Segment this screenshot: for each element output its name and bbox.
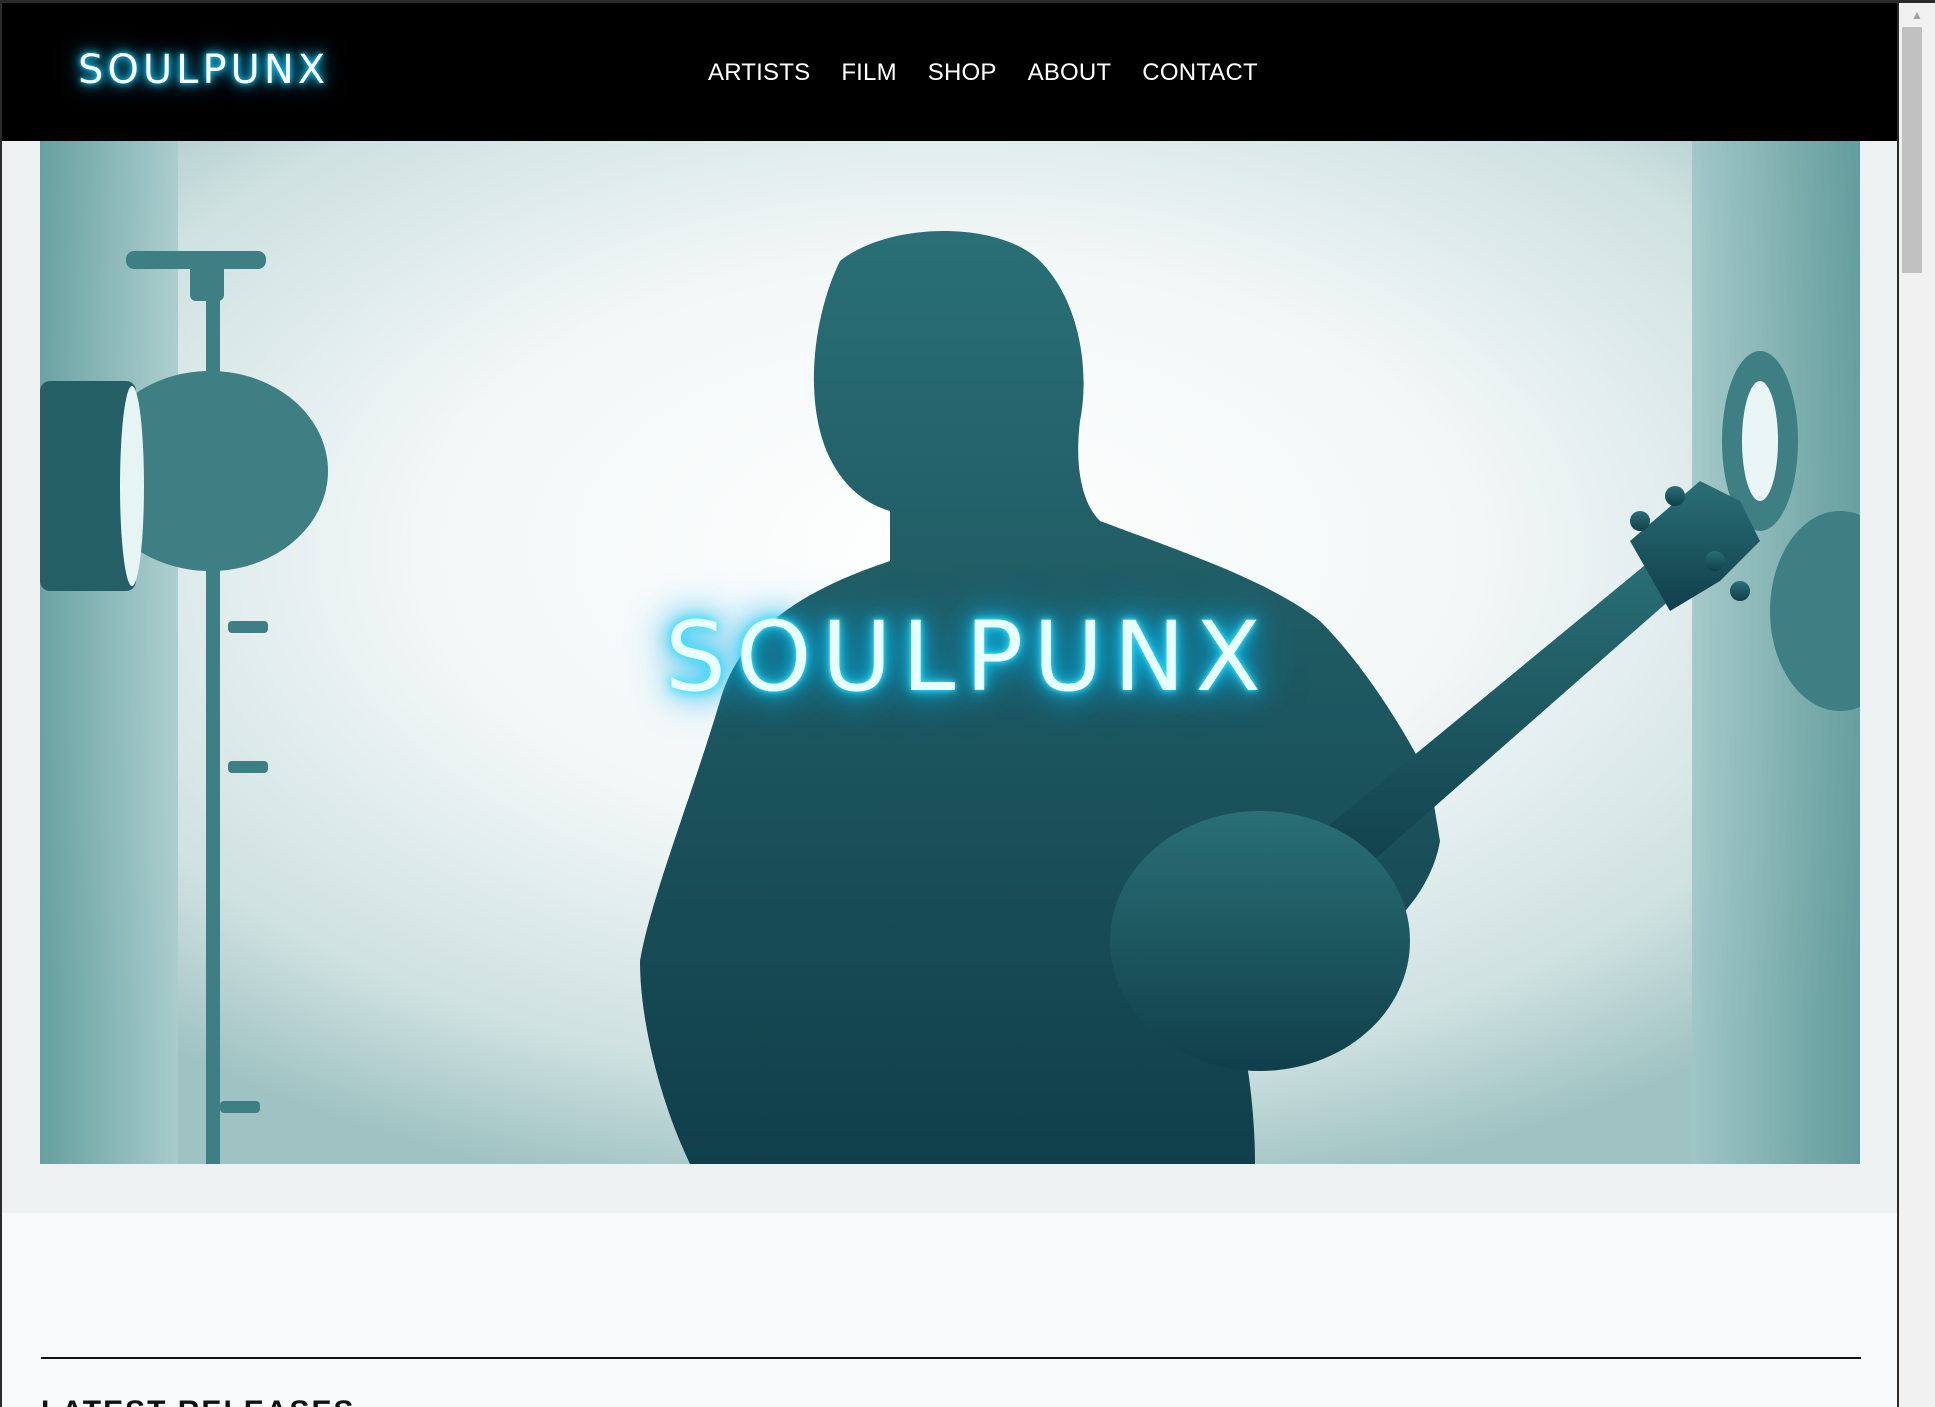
nav-item-shop[interactable]: SHOP — [928, 59, 997, 87]
content-area — [2, 1213, 1897, 1407]
section-divider — [41, 1357, 1861, 1359]
nav-item-about[interactable]: ABOUT — [1028, 59, 1112, 87]
nav-item-contact[interactable]: CONTACT — [1142, 59, 1258, 87]
section-heading: LATEST RELEASES — [41, 1395, 355, 1407]
site-logo[interactable]: SOULPUNX — [78, 47, 329, 93]
hero-image: SOULPUNX — [40, 141, 1860, 1164]
main-nav: ARTISTS FILM SHOP ABOUT CONTACT — [708, 59, 1289, 87]
hero-title: SOULPUNX — [665, 601, 1271, 713]
scrollbar-thumb[interactable] — [1902, 27, 1922, 273]
nav-item-film[interactable]: FILM — [841, 59, 896, 87]
page-viewport: SOULPUNX ARTISTS FILM SHOP ABOUT CONTACT — [2, 3, 1897, 1407]
hero-section: SOULPUNX — [2, 141, 1897, 1213]
scroll-up-arrow-icon[interactable]: ▲ — [1899, 3, 1935, 27]
site-header: SOULPUNX ARTISTS FILM SHOP ABOUT CONTACT — [2, 3, 1897, 141]
nav-item-artists[interactable]: ARTISTS — [708, 59, 810, 87]
vertical-scrollbar[interactable]: ▲ — [1899, 3, 1935, 1407]
